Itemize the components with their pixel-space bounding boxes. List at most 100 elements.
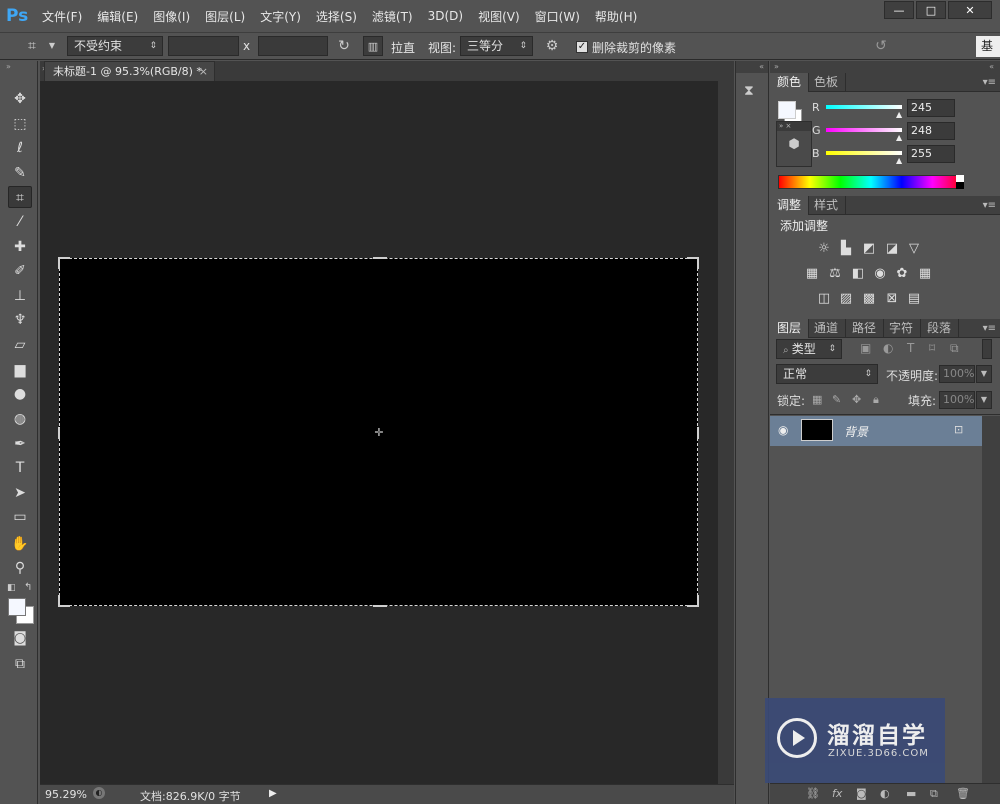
photo-filter-icon[interactable]: ◉ (872, 267, 888, 281)
fx-icon[interactable]: fx (832, 787, 842, 800)
crop-handle-bottom[interactable] (373, 605, 387, 607)
tab-color[interactable]: 颜色 (770, 73, 810, 92)
channel-r-slider[interactable] (826, 105, 902, 109)
tab-swatches[interactable]: 色板 (807, 73, 847, 92)
lock-image-icon[interactable]: ✎ (832, 393, 841, 406)
filter-toggle[interactable] (982, 339, 992, 359)
width-field[interactable] (168, 36, 239, 56)
move-tool-icon[interactable]: ✥ (8, 88, 32, 110)
filter-type-icon[interactable]: T (907, 341, 914, 355)
tab-styles[interactable]: 样式 (807, 196, 847, 215)
minimize-button[interactable]: — (884, 1, 914, 19)
view-dropdown[interactable]: 三等分 ⇕ (460, 36, 533, 56)
trash-icon[interactable]: 🗑︎ (956, 787, 970, 800)
vertical-scrollbar[interactable] (718, 81, 734, 784)
reset-icon[interactable]: ↺ (871, 36, 891, 56)
path-select-tool-icon[interactable]: ➤ (8, 482, 32, 504)
invert-icon[interactable]: ◫ (816, 292, 832, 306)
crop-handle-bl-v[interactable] (58, 595, 60, 607)
channel-mixer-icon[interactable]: ✿ (894, 267, 910, 281)
hue-saturation-icon[interactable]: ▦ (804, 267, 820, 281)
channel-b-slider[interactable] (826, 151, 902, 155)
opacity-input[interactable]: 100% (939, 365, 975, 383)
color-fg-swatch[interactable] (778, 101, 796, 119)
menu-type[interactable]: 文字(Y) (260, 8, 301, 25)
swap-icon[interactable]: ↻ (334, 36, 354, 56)
crop-handle-right[interactable] (697, 427, 699, 439)
status-menu-arrow-icon[interactable]: ▶ (269, 788, 277, 799)
menu-window[interactable]: 窗口(W) (535, 8, 580, 25)
delete-cropped-checkbox[interactable]: ✓ (576, 41, 588, 53)
status-icon[interactable]: ◐ (93, 787, 105, 799)
type-tool-icon[interactable]: T (8, 457, 32, 479)
layer-row[interactable]: ◉ 背景 ⊡ (770, 416, 982, 446)
menu-file[interactable]: 文件(F) (42, 8, 82, 25)
vibrance-icon[interactable]: ▽ (906, 242, 922, 256)
channel-g-slider[interactable] (826, 128, 902, 132)
brush-tool-icon[interactable]: ✐ (8, 260, 32, 282)
panels-collapse-bar[interactable]: » « (770, 61, 1000, 73)
opacity-dropdown-icon[interactable]: ▼ (976, 365, 992, 383)
fill-dropdown-icon[interactable]: ▼ (976, 391, 992, 409)
color-lookup-icon[interactable]: ▦ (917, 267, 933, 281)
fill-input[interactable]: 100% (939, 391, 975, 409)
straighten-label[interactable]: 拉直 (391, 39, 415, 56)
gear-icon[interactable]: ⚙ (542, 36, 562, 56)
panel-menu-icon[interactable]: ▾≡ (983, 319, 996, 338)
new-layer-icon[interactable]: ⧉ (930, 787, 938, 801)
default-colors-icon[interactable]: ◧ (7, 583, 16, 593)
layer-filter-dropdown[interactable]: ⌕ 类型 ⇕ (776, 339, 842, 359)
filter-pixel-icon[interactable]: ▣ (860, 341, 871, 355)
eyedropper-tool-icon[interactable]: ⁄ (8, 211, 32, 233)
ratio-dropdown[interactable]: 不受约束 ⇕ (67, 36, 163, 56)
slider-handle-icon[interactable]: ▲ (896, 156, 902, 165)
crop-handle-tr-v[interactable] (697, 257, 699, 269)
tab-character[interactable]: 字符 (882, 319, 922, 338)
quick-mask-icon[interactable]: ◙ (8, 627, 32, 649)
3d-icon[interactable]: ⬢ (777, 137, 811, 152)
dock-collapse-icon[interactable]: « (736, 61, 768, 73)
screen-mode-icon[interactable]: ⧉ (8, 653, 32, 675)
menu-view[interactable]: 视图(V) (478, 8, 520, 25)
crop-tool-preset-icon[interactable]: ⌗ (22, 36, 42, 56)
crop-tool-icon[interactable]: ⌗ (8, 186, 32, 208)
threshold-icon[interactable]: ▩ (861, 292, 877, 306)
history-panel-icon[interactable]: ⧗ (744, 83, 762, 103)
hand-tool-icon[interactable]: ✋ (8, 533, 32, 555)
slider-handle-icon[interactable]: ▲ (896, 110, 902, 119)
menu-3d[interactable]: 3D(D) (428, 9, 463, 23)
selective-color-icon[interactable]: ⊠ (884, 292, 900, 306)
filter-adjustment-icon[interactable]: ◐ (883, 341, 893, 355)
channel-b-input[interactable]: 255 (907, 145, 955, 163)
color-spectrum-ramp[interactable] (778, 175, 964, 189)
maximize-button[interactable]: □ (916, 1, 946, 19)
menu-filter[interactable]: 滤镜(T) (372, 8, 413, 25)
spectrum-white-swatch[interactable] (956, 175, 964, 182)
gradient-map-icon[interactable]: ▤ (906, 292, 922, 306)
zoom-tool-icon[interactable]: ⚲ (8, 557, 32, 579)
straighten-icon[interactable]: ▥ (363, 36, 383, 56)
add-mask-icon[interactable]: ◙ (856, 787, 867, 800)
layer-name[interactable]: 背景 (844, 423, 868, 440)
swap-colors-icon[interactable]: ↰ (24, 582, 32, 593)
black-white-icon[interactable]: ◧ (850, 267, 866, 281)
exposure-icon[interactable]: ◪ (884, 242, 900, 256)
layers-scrollbar[interactable] (982, 416, 1000, 783)
levels-icon[interactable]: ▙ (838, 242, 854, 256)
delete-cropped-label[interactable]: 删除裁剪的像素 (592, 39, 676, 56)
crop-handle-top[interactable] (373, 257, 387, 259)
blur-tool-icon[interactable]: ● (8, 383, 32, 405)
channel-g-input[interactable]: 248 (907, 122, 955, 140)
close-button[interactable]: ✕ (948, 1, 992, 19)
new-adjustment-icon[interactable]: ◐ (880, 787, 890, 800)
spectrum-black-swatch[interactable] (956, 182, 964, 189)
menu-layer[interactable]: 图层(L) (205, 8, 245, 25)
curves-icon[interactable]: ◩ (861, 242, 877, 256)
crop-handle-br-v[interactable] (697, 595, 699, 607)
panel-menu-icon[interactable]: ▾≡ (983, 196, 996, 215)
color-balance-icon[interactable]: ⚖ (827, 267, 843, 281)
tab-layers[interactable]: 图层 (770, 319, 810, 338)
healing-brush-tool-icon[interactable]: ✚ (8, 236, 32, 258)
filter-shape-icon[interactable]: ⌑ (929, 341, 935, 355)
document-tab[interactable]: 未标题-1 @ 95.3%(RGB/8) * × (44, 61, 215, 81)
